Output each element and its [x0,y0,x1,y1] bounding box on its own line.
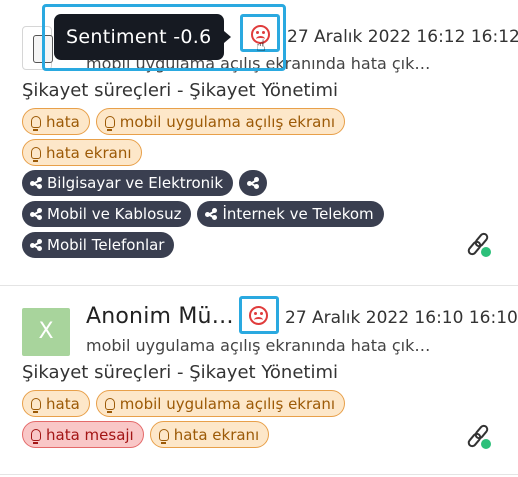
share-icon [30,177,42,189]
mention-snippet[interactable]: mobil uygulama açılış ekranında hata çık… [86,336,476,355]
topic-chips: Bilgisayar ve Elektronik [22,170,268,196]
keyword-tags: hata ekranı [22,139,142,166]
topic-chip[interactable] [239,170,268,196]
author-name[interactable]: Anonim Mü… [86,304,234,329]
topic-chip[interactable]: Bilgisayar ve Elektronik [22,170,234,196]
share-icon [30,208,42,220]
mention-date: 27 Aralık 2022 16:10 16:10 [285,308,518,328]
keyword-tags: hata mesajı hata ekranı [22,421,270,448]
topic-chips: Mobil ve Kablosuz İnternek ve Telekom [22,201,384,227]
link-icon[interactable] [465,422,492,450]
lightbulb-icon [31,146,41,162]
status-dot [480,246,492,258]
keyword-tag[interactable]: hata ekranı [149,421,270,448]
keyword-tag[interactable]: hata [22,390,90,417]
topic-chip[interactable]: İnternek ve Telekom [197,201,384,227]
link-icon[interactable] [465,230,492,258]
lightbulb-icon [104,115,115,131]
status-dot [480,438,492,450]
keyword-tag[interactable]: mobil uygulama açılış ekranı [95,390,346,417]
keyword-tags: hata mobil uygulama açılış ekranı [22,108,346,135]
keyword-tag[interactable]: hata [22,108,90,135]
lightbulb-icon [31,115,41,131]
frown-icon[interactable] [249,306,268,325]
keyword-tag[interactable]: hata ekranı [22,139,142,166]
avatar: X [22,308,70,356]
mention-category: Şikayet süreçleri - Şikayet Yönetimi [22,80,339,101]
lightbulb-icon [31,428,41,444]
share-icon [30,239,42,251]
keyword-tags: hata mobil uygulama açılış ekranı [22,390,346,417]
sentiment-tooltip: Sentiment -0.6 [54,14,231,60]
negative-keyword-tag[interactable]: hata mesajı [22,421,144,448]
lightbulb-icon [31,397,41,413]
keyword-tag[interactable]: mobil uygulama açılış ekranı [95,108,346,135]
mention-card[interactable]: X Anonim Mü… 27 Aralık 2022 16:10 16:10 … [0,286,518,475]
share-icon [205,208,218,220]
lightbulb-icon [158,428,169,444]
mention-date: 27 Aralık 2022 16:12 16:12 [287,27,518,47]
topic-chip[interactable]: Mobil ve Kablosuz [22,201,192,227]
lightbulb-icon [104,397,115,413]
topic-chip[interactable]: Mobil Telefonlar [22,232,175,258]
mention-category: Şikayet süreçleri - Şikayet Yönetimi [22,362,339,383]
share-icon [247,177,260,189]
topic-chips: Mobil Telefonlar [22,232,175,258]
